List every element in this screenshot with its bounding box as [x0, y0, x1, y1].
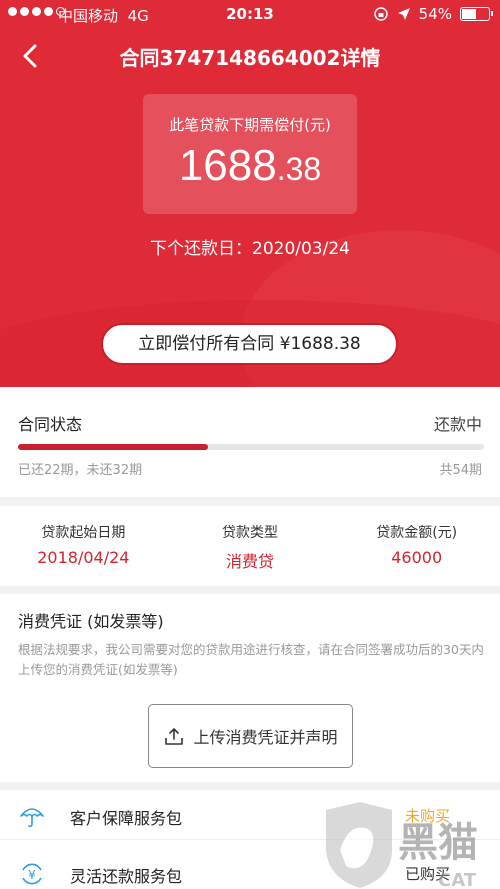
yen-refresh-icon: ¥ — [22, 863, 42, 885]
location-icon — [397, 8, 410, 20]
paid-periods: 已还22期，未还32期 — [18, 463, 143, 478]
status-right: 54% — [373, 5, 493, 23]
loan-info-section: 贷款起始日期 2018/04/24 贷款类型 消费贷 贷款金额(元) 46000 — [0, 506, 500, 586]
voucher-heading: 消费凭证 (如发票等) — [18, 612, 164, 631]
next-payment-card: 此笔贷款下期需偿付(元) 1688.38 — [143, 94, 357, 214]
pay-all-button[interactable]: 立即偿付所有合同 ¥1688.38 — [101, 323, 398, 365]
status-bar: 中国移动 4G 20:13 54% — [0, 0, 500, 30]
svg-text:CAT: CAT — [438, 870, 477, 889]
upload-voucher-button[interactable]: 上传消费凭证并声明 — [148, 704, 353, 768]
loan-type: 贷款类型 消费贷 — [222, 525, 278, 571]
contract-status-heading: 合同状态 — [18, 415, 83, 434]
contract-status-value: 还款中 — [433, 415, 482, 434]
repayment-progress-fill — [18, 444, 208, 450]
svg-text:黑猫: 黑猫 — [398, 820, 478, 866]
nav-bar: 合同3747148664002详情 — [0, 30, 500, 82]
page-title: 合同3747148664002详情 — [119, 46, 381, 70]
orientation-lock-icon — [373, 7, 388, 21]
loan-amount: 贷款金额(元) 46000 — [376, 525, 458, 567]
battery-icon — [460, 7, 493, 21]
svg-text:¥: ¥ — [28, 868, 36, 882]
upload-icon — [165, 728, 184, 745]
next-due-date: 下个还款日：2020/03/24 — [150, 239, 350, 259]
watermark-logo: 黑猫 CAT — [326, 802, 478, 889]
next-payment-amount: 1688.38 — [178, 141, 322, 190]
total-periods: 共54期 — [439, 463, 482, 478]
loan-start-date: 贷款起始日期 2018/04/24 — [37, 525, 130, 567]
contract-status-section: 合同状态 还款中 已还22期，未还32期 共54期 — [0, 387, 500, 497]
service-label: 灵活还款服务包 — [70, 867, 183, 886]
voucher-section: 消费凭证 (如发票等) 根据法规要求，我公司需要对您的贷款用途进行核查，请在合同… — [0, 594, 500, 782]
voucher-description: 根据法规要求，我公司需要对您的贷款用途进行核查，请在合同签署成功后的30天内上传… — [18, 642, 484, 677]
next-payment-label: 此笔贷款下期需偿付(元) — [169, 116, 331, 134]
upload-voucher-label: 上传消费凭证并声明 — [193, 728, 338, 747]
battery-percent: 54% — [418, 5, 452, 23]
umbrella-icon — [20, 808, 44, 828]
service-label: 客户保障服务包 — [70, 809, 183, 828]
repayment-progress-bar — [18, 444, 484, 450]
